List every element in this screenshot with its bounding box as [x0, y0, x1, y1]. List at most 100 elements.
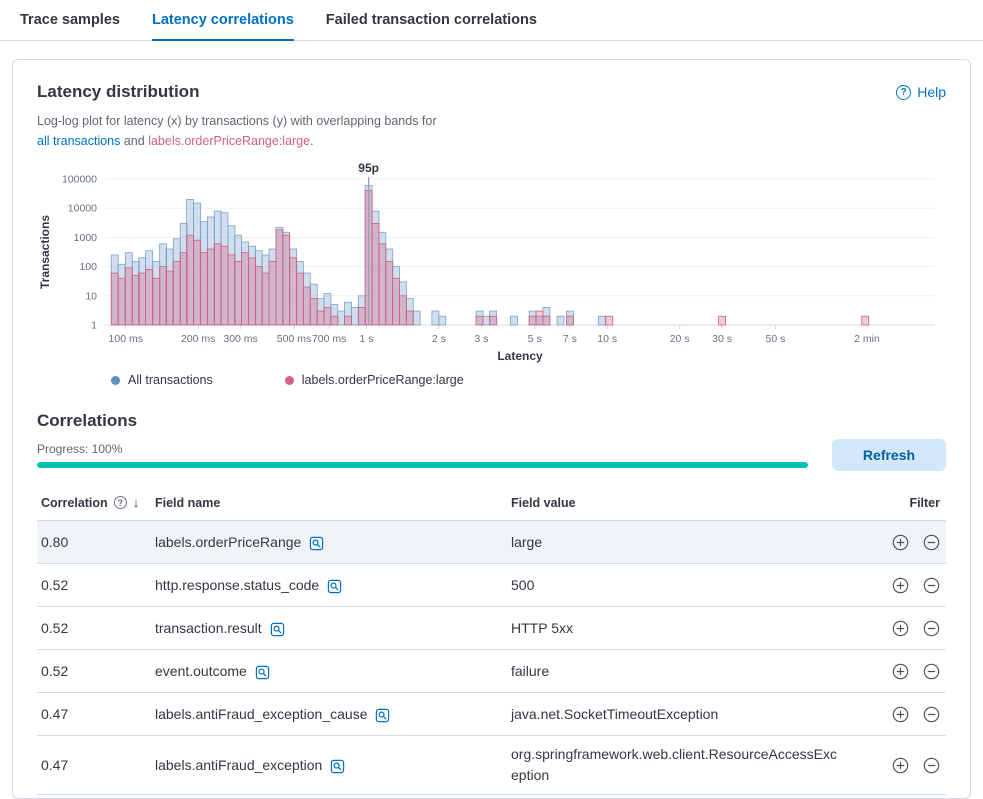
filter-include-button[interactable]	[892, 757, 909, 774]
filter-exclude-button[interactable]	[923, 620, 940, 637]
svg-text:10000: 10000	[68, 203, 97, 215]
info-icon: ?	[114, 496, 127, 509]
filter-cell	[854, 706, 946, 723]
help-label: Help	[917, 84, 946, 100]
inspect-icon[interactable]	[309, 536, 324, 551]
correlations-table: Correlation ? ↓ Field name Field value F…	[37, 489, 946, 795]
correlation-value: 0.47	[37, 706, 155, 722]
field-name-cell: transaction.result	[155, 620, 511, 637]
field-name-header: Field name	[155, 496, 511, 510]
filter-include-button[interactable]	[892, 663, 909, 680]
progress-bar-fill	[37, 462, 808, 468]
svg-text:5 s: 5 s	[528, 333, 542, 345]
field-name-cell: labels.antiFraud_exception_cause	[155, 706, 511, 723]
filter-exclude-button[interactable]	[923, 577, 940, 594]
filter-header: Filter	[854, 496, 946, 510]
field-name: event.outcome	[155, 663, 247, 679]
table-row[interactable]: 0.52transaction.resultHTTP 5xx	[37, 607, 946, 650]
description-separator: and	[120, 134, 148, 148]
svg-text:30 s: 30 s	[712, 333, 732, 345]
table-row[interactable]: 0.47labels.antiFraud_exception org.spring…	[37, 736, 946, 795]
field-name: http.response.status_code	[155, 577, 319, 593]
filter-cell	[854, 663, 946, 680]
filter-include-button[interactable]	[892, 706, 909, 723]
svg-text:300 ms: 300 ms	[223, 333, 257, 345]
svg-text:20 s: 20 s	[670, 333, 690, 345]
svg-text:7 s: 7 s	[563, 333, 577, 345]
svg-text:2 s: 2 s	[432, 333, 446, 345]
svg-text:100000: 100000	[62, 174, 97, 186]
filter-cell	[854, 534, 946, 551]
inspect-icon[interactable]	[330, 759, 345, 774]
panel-title: Latency distribution	[37, 82, 199, 102]
field-name: labels.antiFraud_exception_cause	[155, 706, 367, 722]
progress-row: Progress: 100% Refresh	[37, 439, 946, 471]
table-row[interactable]: 0.52event.outcome failure	[37, 650, 946, 693]
inspect-icon[interactable]	[270, 622, 285, 637]
svg-text:100 ms: 100 ms	[109, 333, 143, 345]
filter-include-button[interactable]	[892, 534, 909, 551]
svg-text:50 s: 50 s	[766, 333, 786, 345]
field-value-header: Field value	[511, 496, 854, 510]
field-name-cell: event.outcome	[155, 663, 511, 680]
field-name: labels.orderPriceRange	[155, 534, 301, 550]
panel-header: Latency distribution ? Help	[37, 82, 946, 102]
svg-text:100: 100	[79, 261, 97, 273]
inspect-icon[interactable]	[327, 579, 342, 594]
legend-item-all-transactions[interactable]: All transactions	[111, 373, 213, 387]
filter-exclude-button[interactable]	[923, 706, 940, 723]
help-icon: ?	[896, 85, 911, 100]
chart-legend: All transactions labels.orderPriceRange:l…	[111, 373, 946, 387]
field-name: labels.antiFraud_exception	[155, 757, 322, 773]
filter-cell	[854, 577, 946, 594]
svg-text:700 ms: 700 ms	[312, 333, 346, 345]
table-row[interactable]: 0.80labels.orderPriceRange large	[37, 521, 946, 564]
svg-text:10: 10	[85, 290, 97, 302]
field-value: java.net.SocketTimeoutException	[511, 696, 854, 733]
tab-latency-correlations[interactable]: Latency correlations	[152, 12, 294, 41]
progress-wrap: Progress: 100%	[37, 442, 808, 468]
correlation-value: 0.47	[37, 757, 155, 773]
tab-failed-transaction-correlations[interactable]: Failed transaction correlations	[326, 12, 537, 41]
order-price-range-label: labels.orderPriceRange:large	[148, 134, 310, 148]
svg-text:1 s: 1 s	[359, 333, 373, 345]
refresh-button[interactable]: Refresh	[832, 439, 946, 471]
field-value: failure	[511, 653, 854, 690]
table-body: 0.80labels.orderPriceRange large 0.52 http.…	[37, 521, 946, 795]
field-name-cell: labels.antiFraud_exception	[155, 757, 511, 774]
field-value: org.springframework.web.client.ResourceA…	[511, 736, 854, 794]
svg-text:10 s: 10 s	[597, 333, 617, 345]
filter-exclude-button[interactable]	[923, 534, 940, 551]
filter-include-button[interactable]	[892, 620, 909, 637]
filter-include-button[interactable]	[892, 577, 909, 594]
latency-distribution-chart: 110100100010000100000100 ms200 ms300 ms5…	[37, 159, 946, 363]
svg-text:Transactions: Transactions	[38, 215, 52, 289]
field-value: 500	[511, 567, 854, 604]
field-name-cell: http.response.status_code	[155, 577, 511, 594]
filter-cell	[854, 757, 946, 774]
correlation-value: 0.52	[37, 620, 155, 636]
tab-trace-samples[interactable]: Trace samples	[20, 12, 120, 41]
inspect-icon[interactable]	[255, 665, 270, 680]
filter-exclude-button[interactable]	[923, 663, 940, 680]
chart-description: Log-log plot for latency (x) by transact…	[37, 111, 946, 151]
filter-exclude-button[interactable]	[923, 757, 940, 774]
field-name-cell: labels.orderPriceRange	[155, 534, 511, 551]
field-name: transaction.result	[155, 620, 262, 636]
legend-item-labels-orderpricerange-large[interactable]: labels.orderPriceRange:large	[285, 373, 464, 387]
correlation-value: 0.80	[37, 534, 155, 550]
progress-bar	[37, 462, 808, 468]
help-link[interactable]: ? Help	[896, 84, 946, 100]
svg-text:3 s: 3 s	[474, 333, 488, 345]
inspect-icon[interactable]	[375, 708, 390, 723]
table-row[interactable]: 0.52http.response.status_code500	[37, 564, 946, 607]
progress-label: Progress: 100%	[37, 442, 808, 456]
field-value: large	[511, 524, 854, 561]
correlation-value: 0.52	[37, 663, 155, 679]
table-row[interactable]: 0.47labels.antiFraud_exception_cause java…	[37, 693, 946, 736]
correlations-heading: Correlations	[37, 411, 946, 431]
description-line1: Log-log plot for latency (x) by transact…	[37, 114, 437, 128]
all-transactions-link[interactable]: all transactions	[37, 134, 120, 148]
correlation-column-header[interactable]: Correlation ? ↓	[37, 495, 155, 510]
filter-cell	[854, 620, 946, 637]
